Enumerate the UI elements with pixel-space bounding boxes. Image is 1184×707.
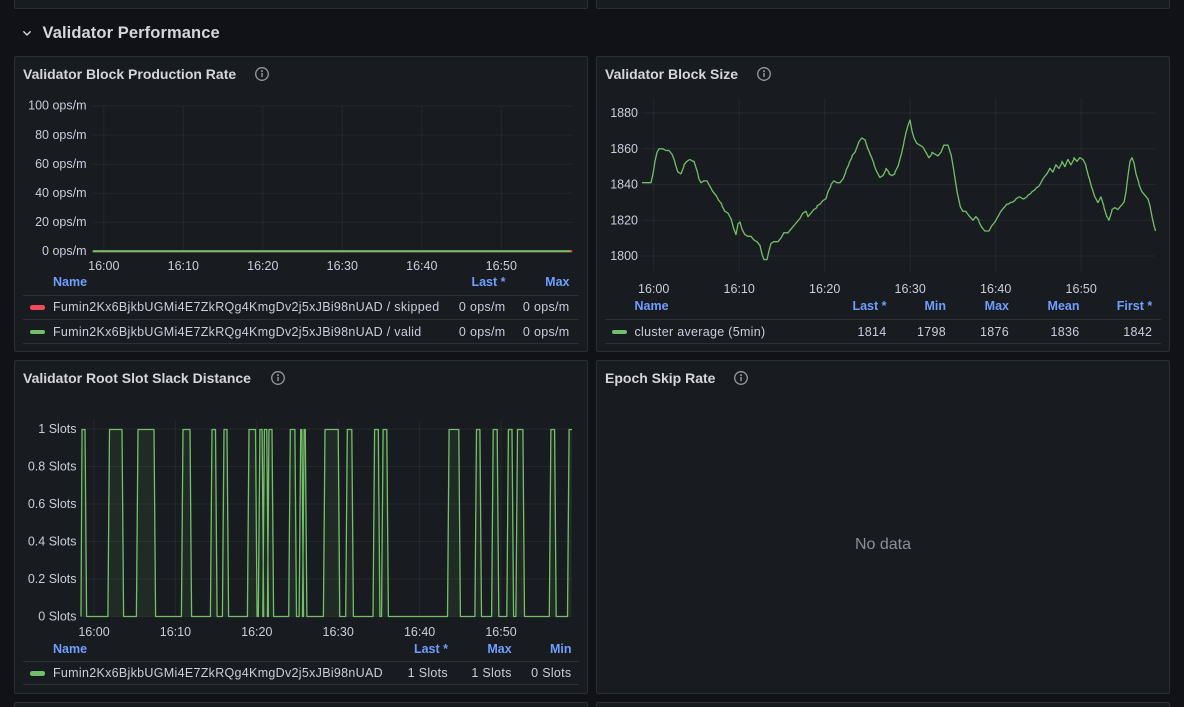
svg-text:20 ops/m: 20 ops/m	[35, 215, 86, 229]
svg-text:0 Slots: 0 Slots	[38, 609, 76, 623]
svg-text:0 ops/m: 0 ops/m	[42, 244, 86, 258]
svg-text:16:10: 16:10	[724, 282, 755, 296]
svg-text:0.6 Slots: 0.6 Slots	[28, 497, 77, 511]
svg-text:0.8 Slots: 0.8 Slots	[28, 459, 77, 473]
svg-text:16:30: 16:30	[327, 259, 358, 273]
svg-text:1 Slots: 1 Slots	[38, 422, 76, 436]
svg-text:16:10: 16:10	[168, 259, 199, 273]
svg-text:60 ops/m: 60 ops/m	[35, 157, 86, 171]
svg-text:1860: 1860	[610, 142, 638, 156]
svg-text:16:50: 16:50	[486, 259, 517, 273]
svg-text:40 ops/m: 40 ops/m	[35, 186, 86, 200]
svg-text:16:30: 16:30	[323, 625, 354, 639]
svg-text:1800: 1800	[610, 249, 638, 263]
svg-text:1820: 1820	[610, 213, 638, 227]
svg-text:16:50: 16:50	[485, 625, 516, 639]
svg-text:1880: 1880	[610, 106, 638, 120]
svg-text:16:20: 16:20	[241, 625, 272, 639]
svg-text:16:20: 16:20	[247, 259, 278, 273]
svg-text:16:20: 16:20	[809, 282, 840, 296]
svg-text:16:40: 16:40	[406, 259, 437, 273]
svg-text:0.2 Slots: 0.2 Slots	[28, 572, 77, 586]
svg-text:0.4 Slots: 0.4 Slots	[28, 534, 77, 548]
svg-text:16:40: 16:40	[404, 625, 435, 639]
svg-text:80 ops/m: 80 ops/m	[35, 128, 86, 142]
svg-text:1840: 1840	[610, 178, 638, 192]
svg-text:100 ops/m: 100 ops/m	[28, 99, 86, 113]
svg-text:16:00: 16:00	[638, 282, 669, 296]
svg-text:16:40: 16:40	[980, 282, 1011, 296]
svg-text:16:00: 16:00	[78, 625, 109, 639]
svg-text:16:00: 16:00	[88, 259, 119, 273]
svg-text:16:30: 16:30	[895, 282, 926, 296]
svg-text:16:10: 16:10	[160, 625, 191, 639]
svg-text:16:50: 16:50	[1066, 282, 1097, 296]
